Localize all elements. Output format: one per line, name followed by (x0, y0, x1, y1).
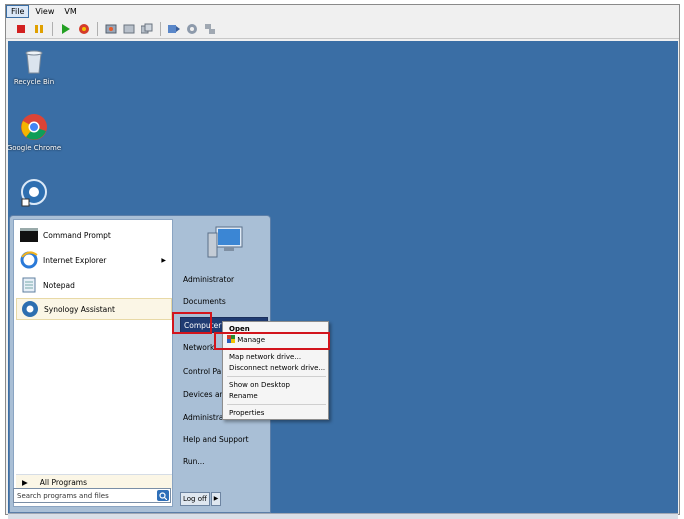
synology-assistant-shortcut-icon (20, 179, 48, 207)
stop-icon[interactable] (14, 22, 28, 36)
network-icon[interactable] (203, 22, 217, 36)
context-separator (227, 376, 326, 377)
recycle-bin-icon (20, 47, 48, 75)
desktop-icon-google-chrome[interactable]: Google Chrome (8, 113, 62, 152)
snapshot-icon[interactable] (104, 22, 118, 36)
toolbar (6, 19, 679, 39)
context-menu: Open Manage Map network drive... Disconn… (222, 321, 329, 420)
chrome-icon (20, 113, 48, 141)
all-programs-button[interactable]: ▶ All Programs (16, 474, 172, 489)
play-icon[interactable] (59, 22, 73, 36)
manage-shield-icon (227, 335, 235, 343)
menu-vm[interactable]: VM (60, 5, 80, 18)
program-internet-explorer[interactable]: Internet Explorer ▶ (16, 249, 172, 271)
context-item-show-on-desktop[interactable]: Show on Desktop (225, 380, 326, 391)
places-item-administrator[interactable]: Administrator (180, 272, 268, 288)
program-label: Notepad (43, 280, 75, 290)
program-synology-assistant[interactable]: Synology Assistant (16, 298, 172, 320)
context-item-label: Manage (237, 336, 266, 344)
start-menu-programs-pane: Command Prompt Internet Explorer ▶ Notep… (13, 219, 173, 507)
context-separator (227, 404, 326, 405)
search-icon[interactable] (157, 490, 169, 501)
all-programs-arrow-icon: ▶ (22, 477, 28, 487)
send-keys-icon[interactable] (167, 22, 181, 36)
toolbar-separator (52, 21, 53, 36)
taskbar (8, 513, 678, 519)
desktop-icon-synology-assistant[interactable] (8, 179, 62, 210)
program-notepad[interactable]: Notepad (16, 274, 172, 296)
computer-user-icon (206, 225, 246, 261)
notepad-icon (20, 276, 38, 294)
desktop-icon-label: Recycle Bin (13, 78, 55, 86)
command-prompt-icon (20, 226, 38, 244)
program-command-prompt[interactable]: Command Prompt (16, 224, 172, 246)
context-item-rename[interactable]: Rename (225, 391, 326, 402)
places-item-documents[interactable]: Documents (180, 294, 268, 310)
context-item-map-network-drive[interactable]: Map network drive... (225, 352, 326, 363)
start-search-input[interactable]: Search programs and files (13, 488, 171, 503)
menu-view[interactable]: View (31, 5, 58, 18)
reset-icon[interactable] (77, 22, 91, 36)
all-programs-label: All Programs (39, 477, 88, 487)
places-item-run[interactable]: Run... (180, 454, 268, 470)
context-item-disconnect-network-drive[interactable]: Disconnect network drive... (225, 363, 326, 374)
toolbar-separator (97, 21, 98, 36)
desktop-icon-label: Google Chrome (8, 144, 62, 152)
desktop-icon-recycle-bin[interactable]: Recycle Bin (8, 47, 62, 86)
program-label: Synology Assistant (44, 304, 115, 314)
shutdown-options-arrow-icon[interactable]: ▶ (211, 492, 221, 506)
menu-file[interactable]: File (6, 5, 30, 18)
context-item-open[interactable]: Open (225, 324, 326, 335)
revert-snapshot-icon[interactable] (122, 22, 136, 36)
log-off-button[interactable]: Log off (180, 492, 210, 506)
synology-assistant-icon (21, 300, 39, 318)
context-separator (227, 349, 326, 350)
program-label: Command Prompt (43, 230, 111, 240)
toolbar-separator (160, 21, 161, 36)
context-item-properties[interactable]: Properties (225, 408, 326, 419)
menubar: File View VM (6, 5, 679, 18)
manage-snapshots-icon[interactable] (140, 22, 154, 36)
program-label: Internet Explorer (43, 255, 107, 265)
places-item-help-and-support[interactable]: Help and Support (180, 432, 268, 448)
search-placeholder: Search programs and files (17, 491, 109, 500)
pause-icon[interactable] (32, 22, 46, 36)
context-item-manage[interactable]: Manage (225, 335, 326, 346)
desktop: Recycle Bin Google Chrome Command Prompt… (8, 41, 678, 513)
submenu-arrow-icon: ▶ (161, 256, 166, 264)
internet-explorer-icon (20, 251, 38, 269)
settings-icon[interactable] (185, 22, 199, 36)
